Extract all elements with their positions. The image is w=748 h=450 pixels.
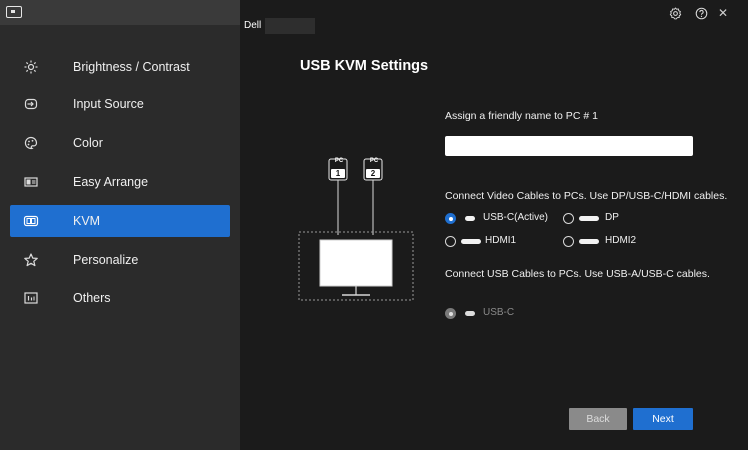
- hdmi-port-icon: [579, 239, 599, 244]
- star-icon: [23, 252, 39, 268]
- kvm-diagram: [298, 158, 414, 301]
- model-name-box: [265, 18, 315, 34]
- input-source-icon: [23, 96, 39, 112]
- hdmi-port-icon: [461, 239, 481, 244]
- next-button[interactable]: Next: [633, 408, 693, 430]
- sidebar-item-personalize[interactable]: Personalize: [10, 244, 230, 276]
- model-label: Dell: [244, 20, 262, 31]
- sidebar-item-label: Color: [73, 136, 103, 150]
- pc2-number: 2: [370, 169, 376, 178]
- sidebar-item-label: Input Source: [73, 97, 144, 111]
- sidebar-item-kvm[interactable]: KVM: [10, 205, 230, 237]
- gear-icon[interactable]: [669, 7, 682, 20]
- color-palette-icon: [23, 135, 39, 151]
- sidebar-item-input-source[interactable]: Input Source: [10, 88, 230, 120]
- radio-unselected: [445, 236, 456, 247]
- app-monitor-icon: [6, 6, 22, 18]
- sidebar-item-label: Personalize: [73, 253, 139, 267]
- option-label: USB-C: [483, 307, 515, 318]
- radio-unselected: [563, 236, 574, 247]
- title-bar: [0, 0, 240, 25]
- brightness-icon: [23, 59, 39, 75]
- help-icon[interactable]: [695, 7, 708, 20]
- dp-port-icon: [579, 216, 599, 221]
- kvm-icon: [23, 213, 39, 229]
- easy-arrange-icon: [23, 174, 39, 190]
- sidebar-item-others[interactable]: Others: [10, 282, 230, 314]
- sidebar-item-label: Brightness / Contrast: [73, 60, 190, 74]
- monitor-screen: [319, 239, 393, 287]
- radio-selected-disabled: [445, 308, 456, 319]
- friendly-name-label: Assign a friendly name to PC # 1: [445, 110, 598, 122]
- sidebar-item-color[interactable]: Color: [10, 127, 230, 159]
- others-icon: [23, 290, 39, 306]
- video-cables-label: Connect Video Cables to PCs. Use DP/USB-…: [445, 190, 728, 202]
- option-label: HDMI1: [485, 235, 517, 246]
- pc2-label: PC: [369, 158, 379, 164]
- usb-c-port-icon: [465, 311, 475, 316]
- sidebar-item-label: KVM: [73, 214, 101, 228]
- usb-cables-label: Connect USB Cables to PCs. Use USB-A/USB…: [445, 268, 710, 280]
- back-button[interactable]: Back: [569, 408, 627, 430]
- usb-option-usbc: USB-C: [445, 305, 525, 321]
- sidebar-item-label: Easy Arrange: [73, 175, 149, 189]
- option-label: USB-C(Active): [483, 212, 549, 223]
- radio-unselected: [563, 213, 574, 224]
- sidebar-item-brightness-contrast[interactable]: Brightness / Contrast: [10, 51, 230, 83]
- video-option-usbc-active[interactable]: USB-C(Active): [445, 210, 555, 226]
- pc1-label: PC: [334, 158, 344, 164]
- friendly-name-input[interactable]: [445, 136, 693, 156]
- page-title: USB KVM Settings: [300, 58, 429, 74]
- sidebar-item-label: Others: [73, 291, 111, 305]
- radio-selected: [445, 213, 456, 224]
- option-label: DP: [605, 212, 619, 223]
- sidebar-item-easy-arrange[interactable]: Easy Arrange: [10, 166, 230, 198]
- video-option-dp[interactable]: DP: [563, 210, 653, 226]
- video-option-hdmi1[interactable]: HDMI1: [445, 233, 555, 249]
- pc1-number: 1: [335, 169, 341, 178]
- close-icon[interactable]: ✕: [718, 7, 728, 19]
- video-option-hdmi2[interactable]: HDMI2: [563, 233, 653, 249]
- option-label: HDMI2: [605, 235, 637, 246]
- usb-c-port-icon: [465, 216, 475, 221]
